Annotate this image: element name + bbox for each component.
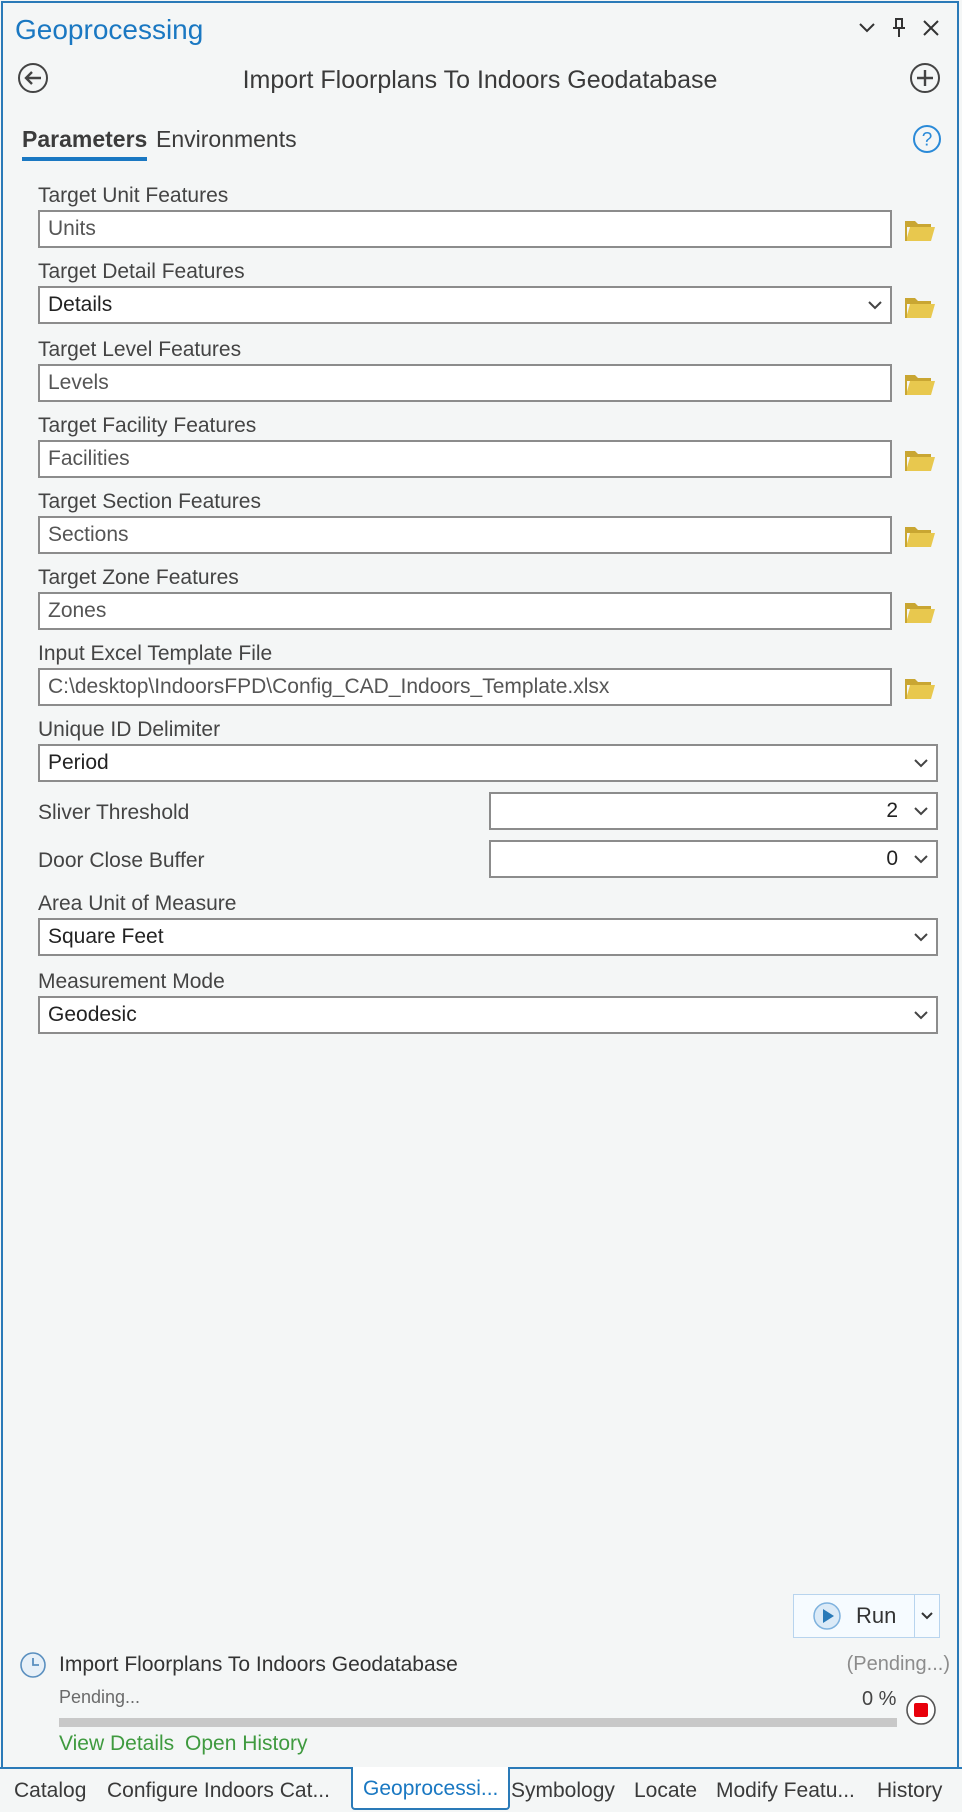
help-icon: ? bbox=[913, 125, 941, 153]
run-button[interactable]: Run bbox=[794, 1595, 916, 1637]
progress-percent: 0 % bbox=[862, 1688, 897, 1710]
area-unit-dropdown[interactable]: Square Feet bbox=[38, 918, 938, 956]
dock-tab-locate[interactable]: Locate bbox=[634, 1779, 697, 1803]
chevron-down-icon bbox=[921, 1612, 933, 1620]
door-close-buffer-value: 0 bbox=[886, 847, 898, 870]
delimiter-value: Period bbox=[48, 751, 109, 774]
open-history-link[interactable]: Open History bbox=[185, 1732, 308, 1756]
target-section-label: Target Section Features bbox=[38, 490, 261, 513]
add-button[interactable] bbox=[909, 62, 941, 94]
target-unit-input[interactable]: Units bbox=[38, 210, 892, 248]
history-status: (Pending...) bbox=[846, 1653, 950, 1675]
sliver-threshold-value: 2 bbox=[886, 799, 898, 822]
pane-title: Geoprocessing bbox=[15, 14, 204, 45]
browse-folder-icon[interactable] bbox=[904, 675, 936, 701]
measurement-mode-value: Geodesic bbox=[48, 1003, 137, 1026]
chevron-down-icon[interactable] bbox=[854, 14, 880, 42]
target-zone-input[interactable]: Zones bbox=[38, 592, 892, 630]
pin-icon[interactable] bbox=[886, 14, 912, 42]
svg-text:?: ? bbox=[922, 130, 933, 151]
delimiter-label: Unique ID Delimiter bbox=[38, 718, 221, 741]
area-unit-value: Square Feet bbox=[48, 925, 164, 948]
browse-folder-icon[interactable] bbox=[904, 599, 936, 625]
dock-tab-configure-indoors[interactable]: Configure Indoors Cat... bbox=[107, 1779, 330, 1803]
target-facility-label: Target Facility Features bbox=[38, 414, 257, 437]
tab-parameters[interactable]: Parameters bbox=[22, 126, 148, 161]
target-section-input[interactable]: Sections bbox=[38, 516, 892, 554]
browse-folder-icon[interactable] bbox=[904, 217, 936, 243]
chevron-down-icon bbox=[914, 842, 928, 876]
target-detail-label: Target Detail Features bbox=[38, 260, 245, 283]
sliver-threshold-label: Sliver Threshold bbox=[38, 801, 190, 824]
tool-name: Import Floorplans To Indoors Geodatabase bbox=[242, 66, 718, 94]
help-button[interactable]: ? bbox=[912, 124, 942, 154]
dock-tab-history[interactable]: History bbox=[877, 1779, 942, 1803]
chevron-down-icon bbox=[914, 920, 928, 954]
pending-text: Pending... bbox=[59, 1687, 141, 1707]
chevron-down-icon bbox=[914, 998, 928, 1032]
target-level-label: Target Level Features bbox=[38, 338, 242, 361]
target-zone-label: Target Zone Features bbox=[38, 566, 239, 589]
clock-icon bbox=[19, 1651, 47, 1679]
target-facility-input[interactable]: Facilities bbox=[38, 440, 892, 478]
dock-tab-geoprocessing[interactable]: Geoprocessi... bbox=[351, 1767, 511, 1810]
delimiter-dropdown[interactable]: Period bbox=[38, 744, 938, 782]
browse-folder-icon[interactable] bbox=[904, 523, 936, 549]
browse-folder-icon[interactable] bbox=[904, 371, 936, 397]
plus-circle-icon bbox=[910, 63, 940, 93]
dock-tab-symbology[interactable]: Symbology bbox=[511, 1779, 615, 1803]
run-options-dropdown[interactable] bbox=[915, 1612, 939, 1620]
chevron-down-icon bbox=[868, 288, 882, 322]
tab-environments[interactable]: Environments bbox=[156, 126, 297, 157]
chevron-down-icon bbox=[914, 794, 928, 828]
play-icon bbox=[813, 1602, 841, 1630]
door-close-buffer-label: Door Close Buffer bbox=[38, 849, 205, 872]
browse-folder-icon[interactable] bbox=[904, 294, 936, 320]
target-unit-label: Target Unit Features bbox=[38, 184, 229, 207]
cancel-button[interactable] bbox=[905, 1694, 937, 1726]
chevron-down-icon bbox=[914, 746, 928, 780]
measurement-mode-label: Measurement Mode bbox=[38, 970, 225, 993]
view-details-link[interactable]: View Details bbox=[59, 1732, 174, 1756]
area-unit-label: Area Unit of Measure bbox=[38, 892, 237, 915]
stop-icon bbox=[906, 1695, 936, 1725]
target-detail-value: Details bbox=[48, 293, 113, 316]
excel-template-label: Input Excel Template File bbox=[38, 642, 273, 665]
dock-tab-bar: Catalog Configure Indoors Cat... Geoproc… bbox=[0, 1767, 962, 1812]
close-icon[interactable] bbox=[918, 14, 944, 42]
dock-tab-catalog[interactable]: Catalog bbox=[14, 1779, 86, 1803]
run-split-button: Run bbox=[793, 1594, 940, 1638]
target-detail-dropdown[interactable]: Details bbox=[38, 286, 892, 324]
run-label: Run bbox=[856, 1603, 897, 1628]
door-close-buffer-input[interactable]: 0 bbox=[489, 840, 938, 878]
excel-template-input[interactable]: C:\desktop\IndoorsFPD\Config_CAD_Indoors… bbox=[38, 668, 892, 706]
sliver-threshold-input[interactable]: 2 bbox=[489, 792, 938, 830]
browse-folder-icon[interactable] bbox=[904, 447, 936, 473]
measurement-mode-dropdown[interactable]: Geodesic bbox=[38, 996, 938, 1034]
target-level-input[interactable]: Levels bbox=[38, 364, 892, 402]
progress-bar bbox=[59, 1718, 897, 1727]
dock-tab-modify-features[interactable]: Modify Featu... bbox=[716, 1779, 855, 1803]
history-tool-name: Import Floorplans To Indoors Geodatabase bbox=[59, 1653, 458, 1676]
